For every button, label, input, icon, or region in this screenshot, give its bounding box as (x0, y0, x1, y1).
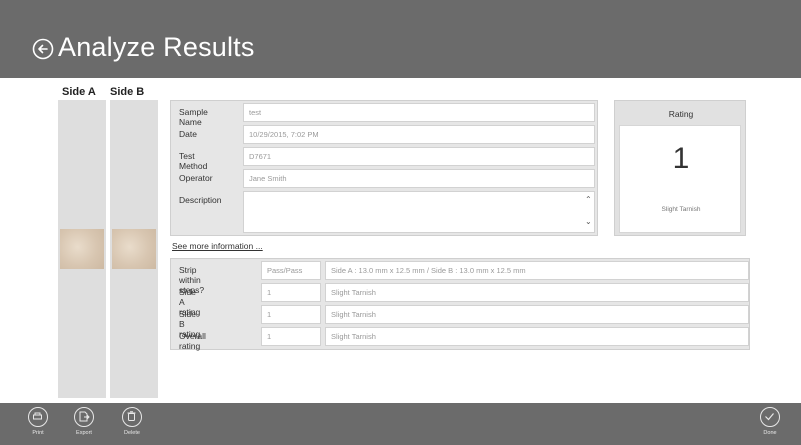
result-label: Overall rating (179, 331, 206, 351)
result-detail-field[interactable]: Side A : 13.0 mm x 12.5 mm / Side B : 13… (325, 261, 749, 280)
delete-label: Delete (124, 430, 140, 436)
delete-button[interactable]: Delete (112, 407, 152, 443)
side-b-sample-image (112, 229, 156, 269)
sample-name-field[interactable]: test (243, 103, 595, 122)
rating-header: Rating (668, 109, 694, 119)
side-a-sample-image (60, 229, 104, 269)
export-icon (74, 407, 94, 427)
app-header: Analyze Results (0, 0, 801, 78)
sample-info-panel: Sample Name test Date 10/29/2015, 7:02 P… (170, 100, 598, 236)
done-label: Done (763, 430, 777, 436)
date-field[interactable]: 10/29/2015, 7:02 PM (243, 125, 595, 144)
description-label: Description (179, 195, 222, 205)
date-label: Date (179, 129, 197, 139)
printer-icon (28, 407, 48, 427)
print-button[interactable]: Print (18, 407, 58, 443)
test-method-label: Test Method (179, 151, 208, 171)
scroll-down-icon[interactable]: ⌄ (585, 217, 592, 226)
result-detail-field[interactable]: Slight Tarnish (325, 305, 749, 324)
rating-description: Slight Tarnish (661, 206, 701, 213)
export-button[interactable]: Export (64, 407, 104, 443)
back-arrow-icon[interactable] (32, 38, 54, 60)
checkmark-icon (760, 407, 780, 427)
result-value-field[interactable]: Pass/Pass (261, 261, 321, 280)
print-label: Print (32, 430, 44, 436)
result-value-field[interactable]: 1 (261, 283, 321, 302)
trash-icon (122, 407, 142, 427)
rating-panel: Rating 1 Slight Tarnish (614, 100, 746, 236)
side-b-label: Side B (110, 86, 145, 98)
operator-label: Operator (179, 173, 213, 183)
rating-value: 1 (672, 142, 690, 175)
scroll-up-icon[interactable]: ⌃ (585, 195, 592, 204)
result-detail-field[interactable]: Slight Tarnish (325, 327, 749, 346)
result-value-field[interactable]: 1 (261, 327, 321, 346)
result-value-field[interactable]: 1 (261, 305, 321, 324)
test-method-field[interactable]: D7671 (243, 147, 595, 166)
operator-field[interactable]: Jane Smith (243, 169, 595, 188)
sample-name-label: Sample Name (179, 107, 208, 127)
description-field[interactable] (243, 191, 595, 233)
app-bar: Print Export Delete Done (0, 403, 801, 445)
see-more-link[interactable]: See more information ... (172, 241, 263, 251)
export-label: Export (76, 430, 92, 436)
done-button[interactable]: Done (750, 407, 790, 443)
rating-display: 1 Slight Tarnish (619, 125, 741, 233)
page-title: Analyze Results (58, 32, 255, 62)
result-detail-field[interactable]: Slight Tarnish (325, 283, 749, 302)
results-panel: Strip within steps? Pass/Pass Side A : 1… (170, 258, 750, 351)
side-a-label: Side A (62, 86, 96, 98)
